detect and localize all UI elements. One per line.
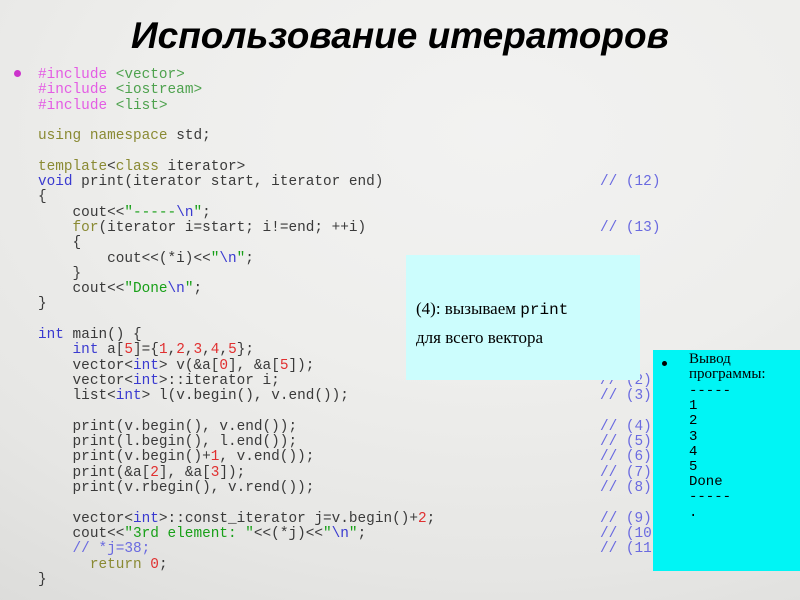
output-line: 3 <box>689 428 698 445</box>
code-line-comment: // (7) <box>600 464 652 481</box>
code-line: print(l.begin(), l.end());// (5) <box>38 434 652 451</box>
code-line-comment: // (6) <box>600 449 652 466</box>
code-line: cout<<"-----\n"; <box>38 204 211 221</box>
output-line: 1 <box>689 398 698 415</box>
output-line: . <box>689 504 698 521</box>
code-line: { <box>38 235 82 252</box>
output-panel-heading: Вывод программы: <box>689 351 766 382</box>
code-line: print(v.begin()+1, v.end());// (6) <box>38 449 652 466</box>
code-line: cout<<"3rd element: "<<(*j)<<"\n";// (10… <box>38 525 661 542</box>
output-panel-lines: ----- 1 2 3 4 5 Done -----. <box>689 383 732 521</box>
output-line: 5 <box>689 458 698 475</box>
output-line: 2 <box>689 413 698 430</box>
callout-text: (4): вызываем print для всего вектора <box>416 295 636 351</box>
code-line-comment: // (10) <box>600 525 661 542</box>
code-line: void print(iterator start, iterator end)… <box>38 174 661 191</box>
output-line: ----- <box>689 489 732 506</box>
code-bullet-marker <box>14 70 21 77</box>
code-line: list<int> l(v.begin(), v.end());// (3) <box>38 388 652 405</box>
code-line: vector<int>::const_iterator j=v.begin()+… <box>38 510 652 527</box>
code-line: print(v.begin(), v.end());// (4) <box>38 418 652 435</box>
code-line: using namespace std; <box>38 128 211 145</box>
code-line: template<class iterator> <box>38 158 246 175</box>
code-line: for(iterator i=start; i!=end; ++i)// (13… <box>72 219 661 236</box>
code-line-comment: // (3) <box>600 388 652 405</box>
callout-box: (4): вызываем print для всего вектора <box>406 255 640 380</box>
code-line-comment: // (9) <box>600 510 652 527</box>
callout-line1-prefix: (4): вызываем <box>416 299 521 318</box>
code-line-comment: // (12) <box>600 174 661 191</box>
code-line: #include <list> <box>38 97 168 114</box>
code-line-comment: // (13) <box>600 219 661 236</box>
code-line: print(&a[2], &a[3]);// (7) <box>38 464 652 481</box>
program-output-panel: Вывод программы: ----- 1 2 3 4 5 Done -----. <box>653 350 800 571</box>
slide-canvas: Использование итераторов #include <vecto… <box>0 0 800 600</box>
code-line: } <box>38 571 47 588</box>
output-line: 4 <box>689 443 698 460</box>
code-line: // *j=38;// (11) <box>38 541 661 558</box>
code-line-comment: // (5) <box>600 434 652 451</box>
output-line: Done <box>689 474 723 491</box>
code-line: return 0; <box>89 556 168 573</box>
code-line-comment: // (8) <box>600 480 652 497</box>
output-line: ----- <box>689 383 732 399</box>
callout-line1-code: print <box>520 301 569 319</box>
code-line: #include <iostream> <box>38 82 203 99</box>
page-title: Использование итераторов <box>131 15 669 56</box>
code-line-comment: // (4) <box>600 418 652 435</box>
code-line-comment: // (11) <box>600 541 661 558</box>
callout-line2: для всего вектора <box>416 328 543 347</box>
code-line: { <box>38 189 47 206</box>
code-line: print(v.rbegin(), v.rend());// (8) <box>38 480 652 497</box>
code-line: #include <vector> <box>38 67 185 83</box>
output-bullet-marker <box>662 361 667 366</box>
